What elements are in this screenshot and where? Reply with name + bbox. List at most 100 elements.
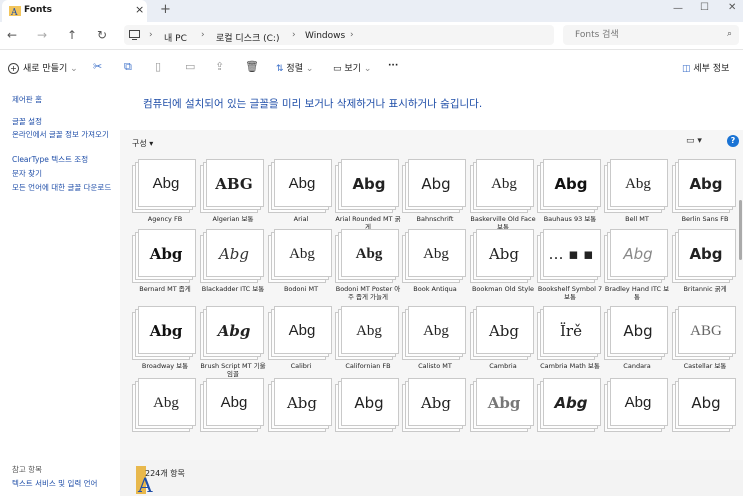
font-file-icon: Ïrě xyxy=(537,306,601,360)
font-name: Bookshelf Symbol 7 보통 xyxy=(537,285,603,301)
find-character-link[interactable]: 문자 찾기 xyxy=(12,169,116,178)
font-file-icon: Abg xyxy=(470,378,534,432)
details-button-label: 세부 정보 xyxy=(693,64,730,74)
organize-menu[interactable]: 구성 ▾ xyxy=(132,138,153,149)
tab-close-icon[interactable]: × xyxy=(135,3,144,16)
details-button[interactable]: ◫ 세부 정보 xyxy=(682,61,729,74)
font-tile[interactable]: Abg Bauhaus 93 보통 xyxy=(537,159,603,239)
maximize-icon[interactable]: ☐ xyxy=(700,2,709,13)
font-name: Californian FB xyxy=(345,362,391,370)
font-tile[interactable]: Abg Bahnschrift xyxy=(402,159,468,239)
font-tile[interactable]: ABG Castellar 보통 xyxy=(672,306,738,386)
font-tile[interactable]: Abg Calibri xyxy=(268,306,334,386)
font-tile[interactable]: Abg Calisto MT xyxy=(402,306,468,386)
search-box[interactable]: ⌕ xyxy=(563,25,739,45)
font-file-icon: .‥ ▪ ▪ xyxy=(537,229,601,283)
font-tile[interactable]: Abg xyxy=(268,378,334,458)
font-tile[interactable]: Abg Bodoni MT xyxy=(268,229,334,309)
main-pane: 컴퓨터에 설치되어 있는 글꼴을 미리 보거나 삭제하거나 표시하거나 숨깁니다… xyxy=(120,86,743,496)
font-tile[interactable]: Abg xyxy=(132,378,198,458)
sort-button[interactable]: ⇅ 정렬 ⌄ xyxy=(276,61,313,74)
font-tile[interactable]: Abg xyxy=(470,378,536,458)
font-tile[interactable]: Abg xyxy=(335,378,401,458)
font-file-icon: Abg xyxy=(537,378,601,432)
breadcrumb-local-disk[interactable]: 로컬 디스크 (C:) xyxy=(216,31,279,44)
rename-icon[interactable]: ▭ xyxy=(185,60,195,73)
font-file-icon: Abg xyxy=(268,229,332,283)
cut-icon[interactable]: ✂ xyxy=(93,60,102,73)
delete-icon[interactable]: 🗑︎ xyxy=(245,60,259,73)
font-tile[interactable]: ABG Algerian 보통 xyxy=(200,159,266,239)
font-tile[interactable]: Abg xyxy=(604,378,670,458)
font-sample: Abg xyxy=(149,245,183,263)
font-tile[interactable]: Abg Bell MT xyxy=(604,159,670,239)
close-window-icon[interactable]: ✕ xyxy=(728,2,736,13)
font-tile[interactable]: Abg Bookman Old Style xyxy=(470,229,536,309)
font-settings-link[interactable]: 글꼴 설정 xyxy=(12,117,116,126)
text-services-link[interactable]: 텍스트 서비스 및 입력 언어 xyxy=(12,479,116,488)
more-options-icon[interactable]: ··· xyxy=(388,61,398,71)
cleartype-adjust-link[interactable]: ClearType 텍스트 조정 xyxy=(12,155,116,164)
breadcrumb-my-pc[interactable]: 내 PC xyxy=(164,31,187,44)
font-tile[interactable]: Abg Blackadder ITC 보통 xyxy=(200,229,266,309)
font-file-icon: Abg xyxy=(132,378,196,432)
font-tile[interactable]: .‥ ▪ ▪ Bookshelf Symbol 7 보통 xyxy=(537,229,603,309)
sort-icon: ⇅ xyxy=(276,64,284,74)
font-file-icon: Abg xyxy=(672,229,736,283)
font-tile[interactable]: Abg Arial xyxy=(268,159,334,239)
font-tile[interactable]: Abg Bernard MT 좁게 xyxy=(132,229,198,309)
paste-icon[interactable]: ▯ xyxy=(155,60,161,73)
tab-fonts[interactable]: A Fonts × xyxy=(2,0,147,22)
copy-icon[interactable]: ⧉ xyxy=(124,60,132,74)
forward-icon[interactable]: → xyxy=(37,28,47,42)
font-tile[interactable]: Abg xyxy=(200,378,266,458)
font-tile[interactable]: Abg xyxy=(672,378,738,458)
font-sample: Abg xyxy=(220,394,248,411)
font-tile[interactable]: Abg Britannic 굵게 xyxy=(672,229,738,309)
font-tile[interactable]: Abg Bodoni MT Poster 아주 좁게 가늘게 xyxy=(335,229,401,309)
new-tab-icon[interactable]: + xyxy=(160,2,171,17)
font-tile[interactable]: Abg Agency FB xyxy=(132,159,198,239)
font-sample: Abg xyxy=(218,245,250,263)
back-icon[interactable]: ← xyxy=(7,28,17,42)
search-icon[interactable]: ⌕ xyxy=(727,29,732,39)
font-sample: Abg xyxy=(423,323,449,339)
font-tile[interactable]: Abg Californian FB xyxy=(335,306,401,386)
font-tile[interactable]: Abg Brush Script MT 기울임꼴 xyxy=(200,306,266,386)
get-font-info-online-link[interactable]: 온라인에서 글꼴 정보 가져오기 xyxy=(12,130,116,139)
font-tile[interactable]: Abg Arial Rounded MT 굵게 xyxy=(335,159,401,239)
font-tile[interactable]: Abg Bradley Hand ITC 보통 xyxy=(604,229,670,309)
font-tile[interactable]: Abg xyxy=(402,378,468,458)
font-sample: Abg xyxy=(488,245,520,263)
up-icon[interactable]: ↑ xyxy=(67,28,77,42)
font-tile[interactable]: Abg Book Antiqua xyxy=(402,229,468,309)
font-tile[interactable]: Ïrě Cambria Math 보통 xyxy=(537,306,603,386)
search-input[interactable] xyxy=(573,27,717,43)
font-sample: .‥ ▪ ▪ xyxy=(548,245,594,263)
font-tile[interactable]: Abg Baskerville Old Face 보통 xyxy=(470,159,536,239)
font-name: Castellar 보통 xyxy=(683,362,727,370)
control-panel-home-link[interactable]: 제어판 홈 xyxy=(12,95,116,104)
chevron-right-icon: › xyxy=(201,30,205,40)
minimize-icon[interactable]: — xyxy=(673,3,683,14)
download-fonts-all-languages-link[interactable]: 모든 언어에 대한 글꼴 다운로드 xyxy=(12,183,116,192)
view-toggle-icon[interactable]: ▭ ▾ xyxy=(686,136,702,146)
font-name: Book Antiqua xyxy=(413,285,457,293)
font-file-icon: Abg xyxy=(268,159,332,213)
new-button[interactable]: + 새로 만들기 ⌄ xyxy=(8,61,78,74)
scrollbar[interactable] xyxy=(739,200,742,260)
help-icon[interactable]: ? xyxy=(727,135,739,147)
view-button[interactable]: ▭ 보기 ⌄ xyxy=(333,61,371,74)
font-tile[interactable]: Abg Cambria xyxy=(470,306,536,386)
refresh-icon[interactable]: ↻ xyxy=(97,28,107,42)
font-tile[interactable]: Abg Berlin Sans FB xyxy=(672,159,738,239)
font-tile[interactable]: Abg xyxy=(537,378,603,458)
tab-title: Fonts xyxy=(24,5,53,15)
font-tile[interactable]: Abg Candara xyxy=(604,306,670,386)
share-icon[interactable]: ⇪ xyxy=(215,60,224,73)
font-tile[interactable]: Abg Broadway 보통 xyxy=(132,306,198,386)
breadcrumb[interactable]: › 내 PC › 로컬 디스크 (C:) › Windows › xyxy=(124,25,554,45)
font-name: Calisto MT xyxy=(418,362,452,370)
breadcrumb-windows[interactable]: Windows xyxy=(305,31,345,41)
font-file-icon: ABG xyxy=(672,306,736,360)
